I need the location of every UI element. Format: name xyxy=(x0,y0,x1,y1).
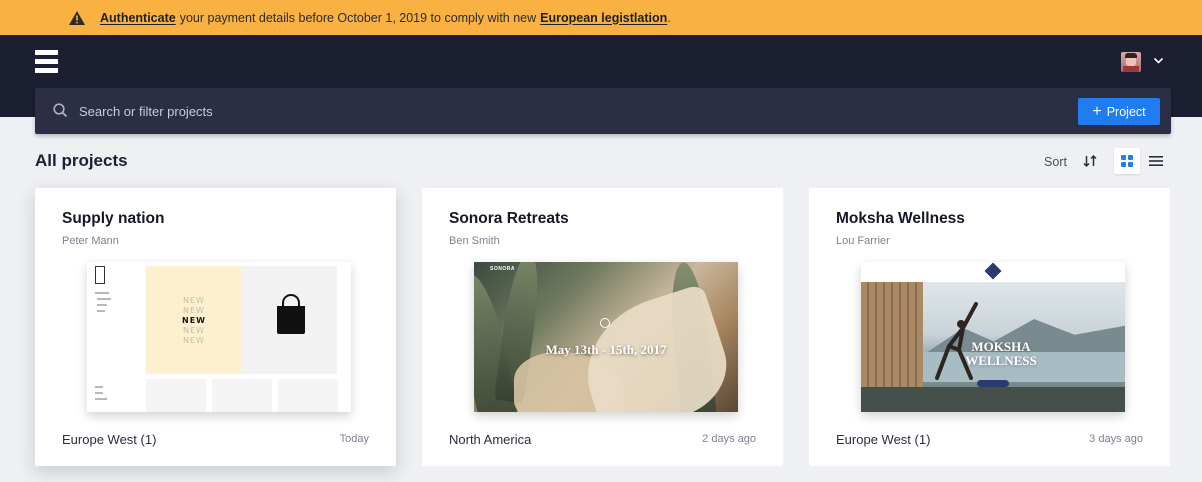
grid-icon xyxy=(1121,155,1133,167)
stacked-bars-logo[interactable] xyxy=(35,50,58,74)
thumb-new-text: NEW xyxy=(183,336,205,345)
banner-text: your payment details before October 1, 2… xyxy=(179,10,537,25)
thumb-new-text: NEW xyxy=(182,316,206,325)
add-project-button[interactable]: + Project xyxy=(1078,98,1160,125)
grid-view-button[interactable] xyxy=(1114,148,1140,174)
project-updated: 3 days ago xyxy=(1089,433,1143,445)
project-region: North America xyxy=(449,432,532,447)
authenticate-link[interactable]: Authenticate xyxy=(100,11,176,25)
project-title[interactable]: Sonora Retreats xyxy=(449,210,569,228)
add-project-label: Project xyxy=(1106,104,1146,119)
project-title[interactable]: Supply nation xyxy=(62,210,164,228)
project-thumbnail[interactable]: NEW NEW NEW NEW NEW xyxy=(87,262,351,412)
project-updated: 2 days ago xyxy=(702,433,756,445)
project-owner: Ben Smith xyxy=(449,235,500,247)
project-region: Europe West (1) xyxy=(836,432,931,447)
thumb-new-text: NEW xyxy=(183,326,205,335)
sort-label[interactable]: Sort xyxy=(1044,155,1067,169)
thumb-title-line1: MOKSHA xyxy=(971,339,1031,354)
thumb-new-text: NEW xyxy=(183,306,205,315)
project-title[interactable]: Moksha Wellness xyxy=(836,210,965,228)
project-owner: Lou Farrier xyxy=(836,235,890,247)
european-legislation-link[interactable]: European legistlation xyxy=(540,11,667,25)
warning-icon xyxy=(69,10,85,25)
thumb-new-text: NEW xyxy=(183,296,205,305)
project-owner: Peter Mann xyxy=(62,235,119,247)
thumb-brand: SONORA xyxy=(490,266,515,272)
chevron-down-icon[interactable] xyxy=(1153,57,1164,65)
user-avatar[interactable] xyxy=(1121,52,1141,72)
thumb-title-line2: WELLNESS xyxy=(965,353,1037,368)
search-input[interactable] xyxy=(79,88,979,134)
search-icon xyxy=(53,103,68,118)
sort-icon[interactable] xyxy=(1082,154,1098,168)
list-view-icon[interactable] xyxy=(1148,153,1164,169)
project-card-sonora-retreats[interactable]: Sonora Retreats Ben Smith SONORA May 13t… xyxy=(422,188,783,466)
project-card-moksha-wellness[interactable]: Moksha Wellness Lou Farrier MOKSHA WELLN… xyxy=(809,188,1170,466)
project-thumbnail[interactable]: MOKSHA WELLNESS xyxy=(861,262,1125,412)
project-thumbnail[interactable]: SONORA May 13th - 15th, 2017 xyxy=(474,262,738,412)
payment-warning-banner: Authenticate your payment details before… xyxy=(0,0,1202,35)
project-region: Europe West (1) xyxy=(62,432,157,447)
plus-icon: + xyxy=(1092,102,1102,120)
thumb-event-date: May 13th - 15th, 2017 xyxy=(545,342,667,357)
banner-suffix: . xyxy=(667,10,671,25)
project-updated: Today xyxy=(339,433,369,445)
project-card-supply-nation[interactable]: Supply nation Peter Mann NEW NEW NEW NEW… xyxy=(35,188,396,466)
page-title: All projects xyxy=(35,151,128,170)
project-search-bar: + Project xyxy=(35,88,1171,134)
